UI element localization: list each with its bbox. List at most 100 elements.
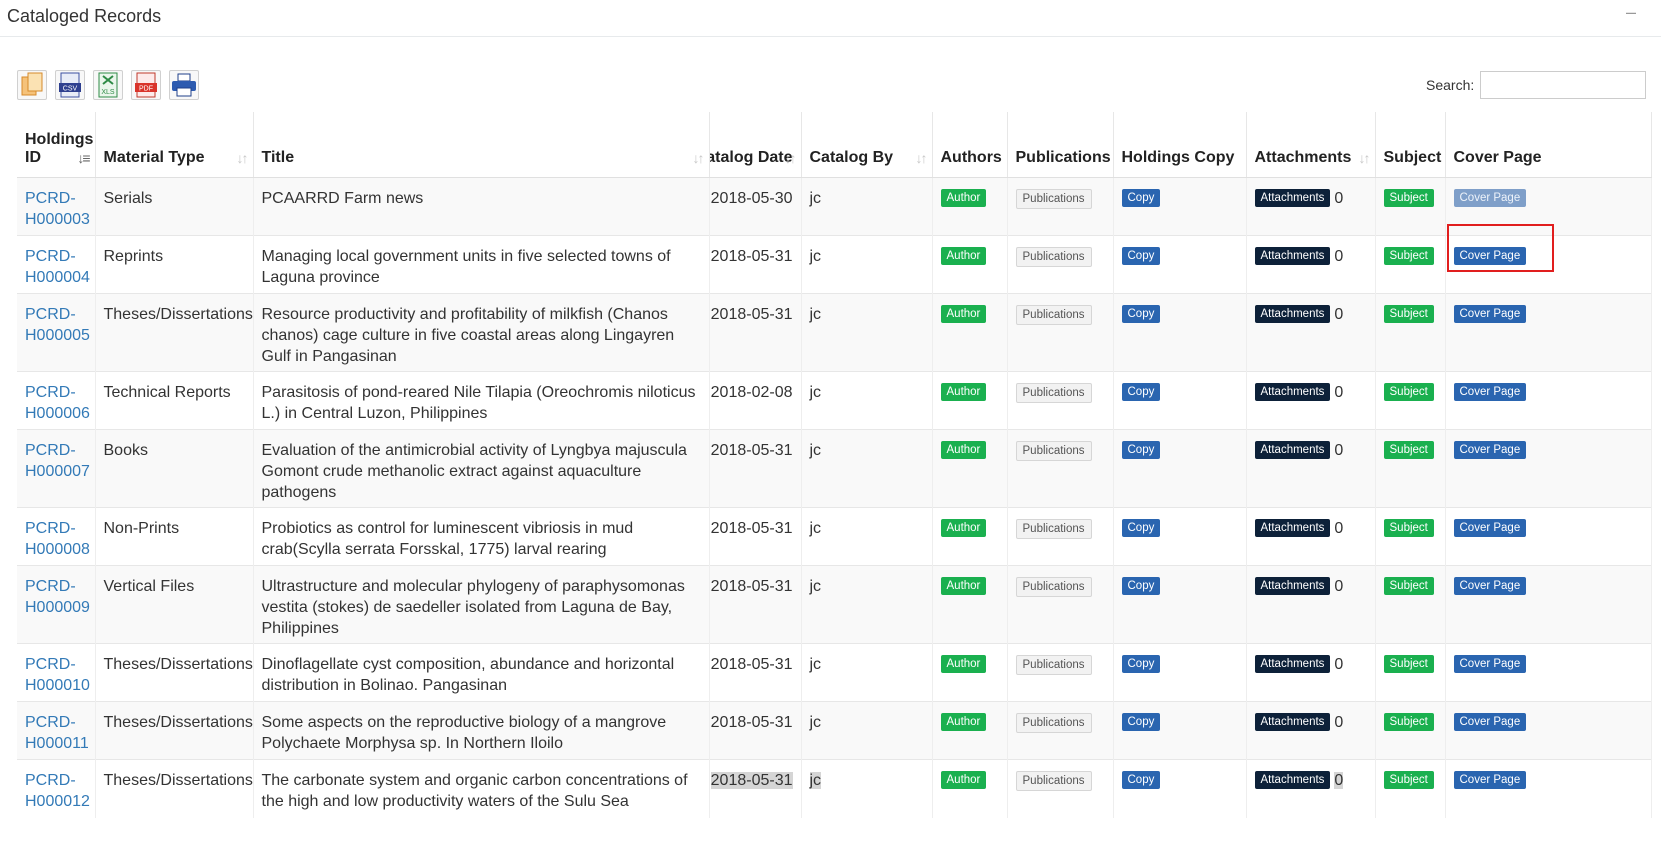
author-button[interactable]: Author — [940, 713, 987, 731]
sort-icon: ↓↑ — [692, 150, 705, 166]
cover-page-button[interactable]: Cover Page — [1453, 519, 1527, 537]
publications-button[interactable]: Publications — [1015, 247, 1092, 267]
copy-button[interactable]: Copy — [1121, 577, 1161, 595]
attachments-button[interactable]: Attachments — [1254, 305, 1331, 323]
subject-button[interactable]: Subject — [1383, 383, 1434, 401]
holdings-id-link[interactable]: PCRD-H000005 — [25, 306, 90, 344]
cover-page-button[interactable]: Cover Page — [1453, 577, 1527, 595]
holdings-id-link[interactable]: PCRD-H000011 — [25, 714, 89, 752]
holdings-id-link[interactable]: PCRD-H000009 — [25, 578, 90, 616]
cover-page-button[interactable]: Cover Page — [1453, 305, 1527, 323]
author-button[interactable]: Author — [940, 655, 987, 673]
catalog-by-cell: jc — [801, 177, 933, 236]
cover-page-button[interactable]: Cover Page — [1453, 713, 1527, 731]
attachments-button[interactable]: Attachments — [1254, 383, 1331, 401]
author-button[interactable]: Author — [940, 189, 987, 207]
search-input[interactable] — [1480, 71, 1647, 99]
title-cell: Ultrastructure and molecular phylogeny o… — [253, 565, 710, 644]
publications-button[interactable]: Publications — [1015, 441, 1092, 461]
svg-text:PDF: PDF — [139, 86, 153, 93]
cover-page-button[interactable]: Cover Page — [1453, 441, 1527, 459]
header-material-type[interactable]: Material Type ↓↑ — [95, 112, 254, 178]
copy-button[interactable]: Copy — [1121, 771, 1161, 789]
copy-button[interactable]: Copy — [1121, 441, 1161, 459]
holdings-id-link[interactable]: PCRD-H000003 — [25, 190, 90, 228]
publications-button[interactable]: Publications — [1015, 189, 1092, 209]
header-catalog-by[interactable]: Catalog By ↓↑ — [801, 112, 933, 178]
cover-page-button[interactable]: Cover Page — [1453, 247, 1527, 265]
copy-button[interactable]: Copy — [1121, 189, 1161, 207]
cover-page-button[interactable]: Cover Page — [1453, 383, 1527, 401]
author-button[interactable]: Author — [940, 441, 987, 459]
publications-button[interactable]: Publications — [1015, 383, 1092, 403]
pdf-button[interactable]: PDF — [131, 70, 161, 100]
header-catalog-date[interactable]: Catalog Date↓↑ — [709, 112, 802, 178]
copy-button[interactable]: Copy — [1121, 383, 1161, 401]
copy-button[interactable]: Copy — [1121, 519, 1161, 537]
catalog-date-cell: 2018-05-31 — [709, 429, 802, 508]
subject-button[interactable]: Subject — [1383, 519, 1434, 537]
author-button[interactable]: Author — [940, 305, 987, 323]
author-button[interactable]: Author — [940, 577, 987, 595]
attachments-button[interactable]: Attachments — [1254, 713, 1331, 731]
copy-button[interactable]: Copy — [1121, 655, 1161, 673]
holdings-id-link[interactable]: PCRD-H000010 — [25, 656, 90, 694]
cover-page-button[interactable]: Cover Page — [1453, 655, 1527, 673]
subject-button[interactable]: Subject — [1383, 655, 1434, 673]
sort-icon: ↓↑ — [784, 150, 797, 166]
csv-button[interactable]: CSV — [55, 70, 85, 100]
attachments-button[interactable]: Attachments — [1254, 189, 1331, 207]
attachments-button[interactable]: Attachments — [1254, 247, 1331, 265]
svg-text:CSV: CSV — [63, 86, 78, 93]
copy-button[interactable]: Copy — [1121, 247, 1161, 265]
copy-button[interactable] — [17, 70, 47, 100]
subject-button[interactable]: Subject — [1383, 713, 1434, 731]
subject-button[interactable]: Subject — [1383, 305, 1434, 323]
attachments-button[interactable]: Attachments — [1254, 519, 1331, 537]
author-button[interactable]: Author — [940, 519, 987, 537]
header-holdings-id[interactable]: Holdings ID ↓≡ — [17, 112, 96, 178]
author-button[interactable]: Author — [940, 247, 987, 265]
publications-button[interactable]: Publications — [1015, 713, 1092, 733]
subject-button[interactable]: Subject — [1383, 771, 1434, 789]
publications-button[interactable]: Publications — [1015, 305, 1092, 325]
attachments-button[interactable]: Attachments — [1254, 771, 1331, 789]
sort-icon: ↓↑ — [915, 150, 928, 166]
subject-button[interactable]: Subject — [1383, 247, 1434, 265]
cover-page-button[interactable]: Cover Page — [1453, 771, 1527, 789]
publications-button[interactable]: Publications — [1015, 771, 1092, 791]
catalog-date-cell: 2018-05-30 — [709, 177, 802, 236]
copy-button[interactable]: Copy — [1121, 305, 1161, 323]
attachments-button[interactable]: Attachments — [1254, 655, 1331, 673]
table-row: PCRD-H000012 Theses/Dissertations The carb… — [17, 759, 1652, 818]
holdings-id-link[interactable]: PCRD-H000012 — [25, 772, 90, 810]
attachments-button[interactable]: Attachments — [1254, 577, 1331, 595]
subject-button[interactable]: Subject — [1383, 441, 1434, 459]
material-type-cell: Serials — [95, 177, 254, 236]
excel-button[interactable]: XLS — [93, 70, 123, 100]
author-button[interactable]: Author — [940, 383, 987, 401]
attachments-button[interactable]: Attachments — [1254, 441, 1331, 459]
minus-icon[interactable]: ‒ — [1626, 2, 1636, 23]
publications-button[interactable]: Publications — [1015, 519, 1092, 539]
holdings-id-link[interactable]: PCRD-H000008 — [25, 520, 90, 558]
publications-button[interactable]: Publications — [1015, 655, 1092, 675]
sort-asc-icon: ↓≡ — [77, 150, 90, 166]
cover-page-button[interactable]: Cover Page — [1453, 189, 1527, 207]
search-label: Search: — [1426, 77, 1475, 93]
holdings-id-link[interactable]: PCRD-H000006 — [25, 384, 90, 422]
subject-button[interactable]: Subject — [1383, 577, 1434, 595]
copy-button[interactable]: Copy — [1121, 713, 1161, 731]
material-type-cell: Theses/Dissertations — [95, 701, 254, 760]
subject-button[interactable]: Subject — [1383, 189, 1434, 207]
author-button[interactable]: Author — [940, 771, 987, 789]
publications-button[interactable]: Publications — [1015, 577, 1092, 597]
attachments-count: 0 — [1334, 772, 1344, 789]
holdings-id-link[interactable]: PCRD-H000007 — [25, 442, 90, 480]
catalog-date-cell: 2018-05-31 — [709, 293, 802, 372]
header-title[interactable]: Title ↓↑ — [253, 112, 710, 178]
catalog-by-cell: jc — [801, 643, 933, 702]
holdings-id-link[interactable]: PCRD-H000004 — [25, 248, 90, 286]
print-button[interactable] — [169, 70, 199, 100]
header-attachments[interactable]: Attachments ↓↑ — [1246, 112, 1376, 178]
